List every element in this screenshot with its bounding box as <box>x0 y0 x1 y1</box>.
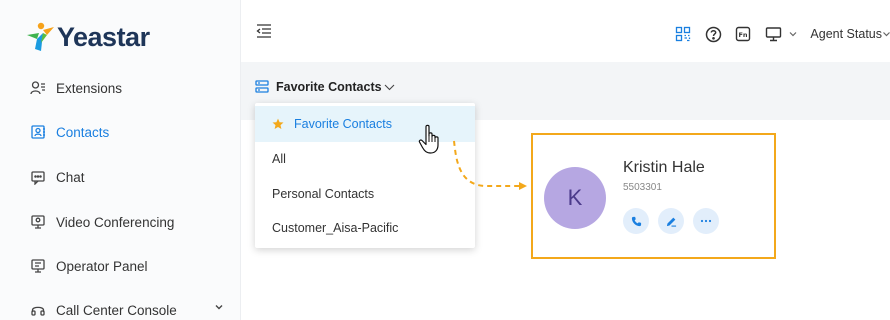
menu-collapse-icon[interactable] <box>256 24 272 38</box>
video-monitor-icon <box>30 214 46 230</box>
sidebar-item-label: Chat <box>56 169 85 185</box>
help-circle-icon[interactable] <box>704 25 722 43</box>
hand-pointer-cursor-icon <box>418 124 444 156</box>
sidebar: Yeastar Extensions Contacts Chat Video C… <box>0 0 241 320</box>
sidebar-item-video-conferencing[interactable]: Video Conferencing <box>0 202 240 242</box>
sidebar-item-label: Operator Panel <box>56 258 148 274</box>
dashed-arrow-connector <box>448 140 530 192</box>
yeastar-logo-icon <box>23 21 55 53</box>
dropdown-option-label: Personal Contacts <box>272 187 375 201</box>
more-icon <box>700 219 712 223</box>
edit-button[interactable] <box>658 208 684 234</box>
contacts-book-icon <box>30 124 46 140</box>
sidebar-item-call-center-console[interactable]: Call Center Console <box>0 290 240 320</box>
call-button[interactable] <box>623 208 649 234</box>
chevron-down-icon <box>384 82 395 92</box>
sidebar-item-label: Video Conferencing <box>56 214 175 230</box>
avatar-letter: K <box>567 185 583 210</box>
dropdown-option-customer-aisa-pacific[interactable]: Customer_Aisa-Pacific <box>255 210 475 246</box>
avatar[interactable]: K <box>544 167 606 229</box>
star-icon <box>272 118 284 130</box>
top-bar: Fn Agent Status <box>241 0 890 62</box>
more-button[interactable] <box>693 208 719 234</box>
headset-icon <box>30 302 46 318</box>
phone-icon <box>631 216 642 227</box>
contact-number: 5503301 <box>623 182 662 193</box>
brand-logo[interactable]: Yeastar <box>23 21 150 53</box>
brand-name: Yeastar <box>57 21 150 52</box>
contact-group-icon <box>255 80 269 94</box>
agent-status-label[interactable]: Agent Status <box>810 27 882 41</box>
sidebar-item-operator-panel[interactable]: Operator Panel <box>0 246 240 286</box>
contact-name[interactable]: Kristin Hale <box>623 159 705 177</box>
edit-icon <box>666 216 677 227</box>
operator-panel-icon <box>30 258 46 274</box>
chevron-down-icon[interactable] <box>214 302 224 315</box>
contact-group-select[interactable]: Favorite Contacts <box>255 80 395 94</box>
chat-icon <box>30 169 46 185</box>
dropdown-option-personal-contacts[interactable]: Personal Contacts <box>255 176 475 212</box>
sidebar-item-contacts[interactable]: Contacts <box>0 112 240 152</box>
chevron-down-icon[interactable] <box>788 25 798 43</box>
dropdown-option-label: Favorite Contacts <box>294 117 392 131</box>
user-list-icon <box>30 80 46 96</box>
sidebar-item-label: Contacts <box>56 124 110 140</box>
svg-text:Fn: Fn <box>739 31 748 39</box>
qr-code-icon[interactable] <box>674 25 692 43</box>
fn-key-icon[interactable]: Fn <box>734 25 752 43</box>
chevron-down-icon[interactable] <box>883 29 890 39</box>
contact-group-selected-label: Favorite Contacts <box>276 80 382 94</box>
sidebar-item-label: Extensions <box>56 80 123 96</box>
sidebar-item-chat[interactable]: Chat <box>0 157 240 197</box>
monitor-icon[interactable] <box>764 25 782 43</box>
sidebar-item-label: Call Center Console <box>56 302 177 318</box>
top-right-toolbar: Fn Agent Status <box>674 22 890 46</box>
sidebar-item-extensions[interactable]: Extensions <box>0 68 240 108</box>
dropdown-option-label: All <box>272 152 286 166</box>
dropdown-option-label: Customer_Aisa-Pacific <box>272 221 399 235</box>
